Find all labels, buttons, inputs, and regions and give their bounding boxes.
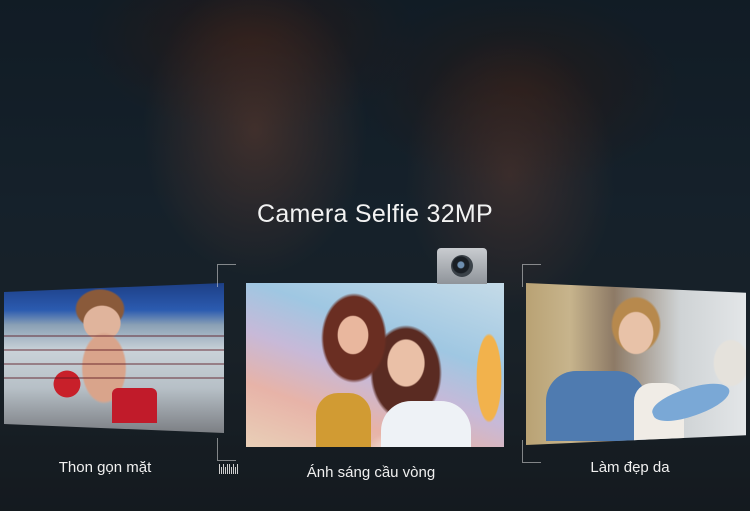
photo-slim-face xyxy=(4,283,224,433)
feature-label-rainbow-light: Ánh sáng cầu vòng xyxy=(306,464,436,481)
photo-rainbow-light xyxy=(246,283,504,447)
frame-corner xyxy=(217,438,236,461)
yellow-top xyxy=(316,393,371,447)
headline: Camera Selfie 32MP xyxy=(256,200,494,228)
photo-skin-beauty xyxy=(526,283,746,445)
denim-jacket xyxy=(546,371,646,441)
frame-corner xyxy=(522,264,541,287)
feature-label-slim-face: Thon gọn mặt xyxy=(58,459,152,476)
red-top xyxy=(112,388,157,423)
feature-label-skin-beauty: Làm đẹp da xyxy=(590,459,670,476)
boxing-ring-ropes xyxy=(4,323,224,383)
white-top xyxy=(381,401,471,447)
frame-corner xyxy=(522,440,541,463)
camera-lens-icon xyxy=(451,255,473,277)
frame-corner xyxy=(217,264,236,287)
camera-module xyxy=(437,248,487,284)
barcode-icon xyxy=(219,464,241,474)
promo-banner: Camera Selfie 32MP Thon gọn mặt Ánh sáng… xyxy=(0,0,750,511)
